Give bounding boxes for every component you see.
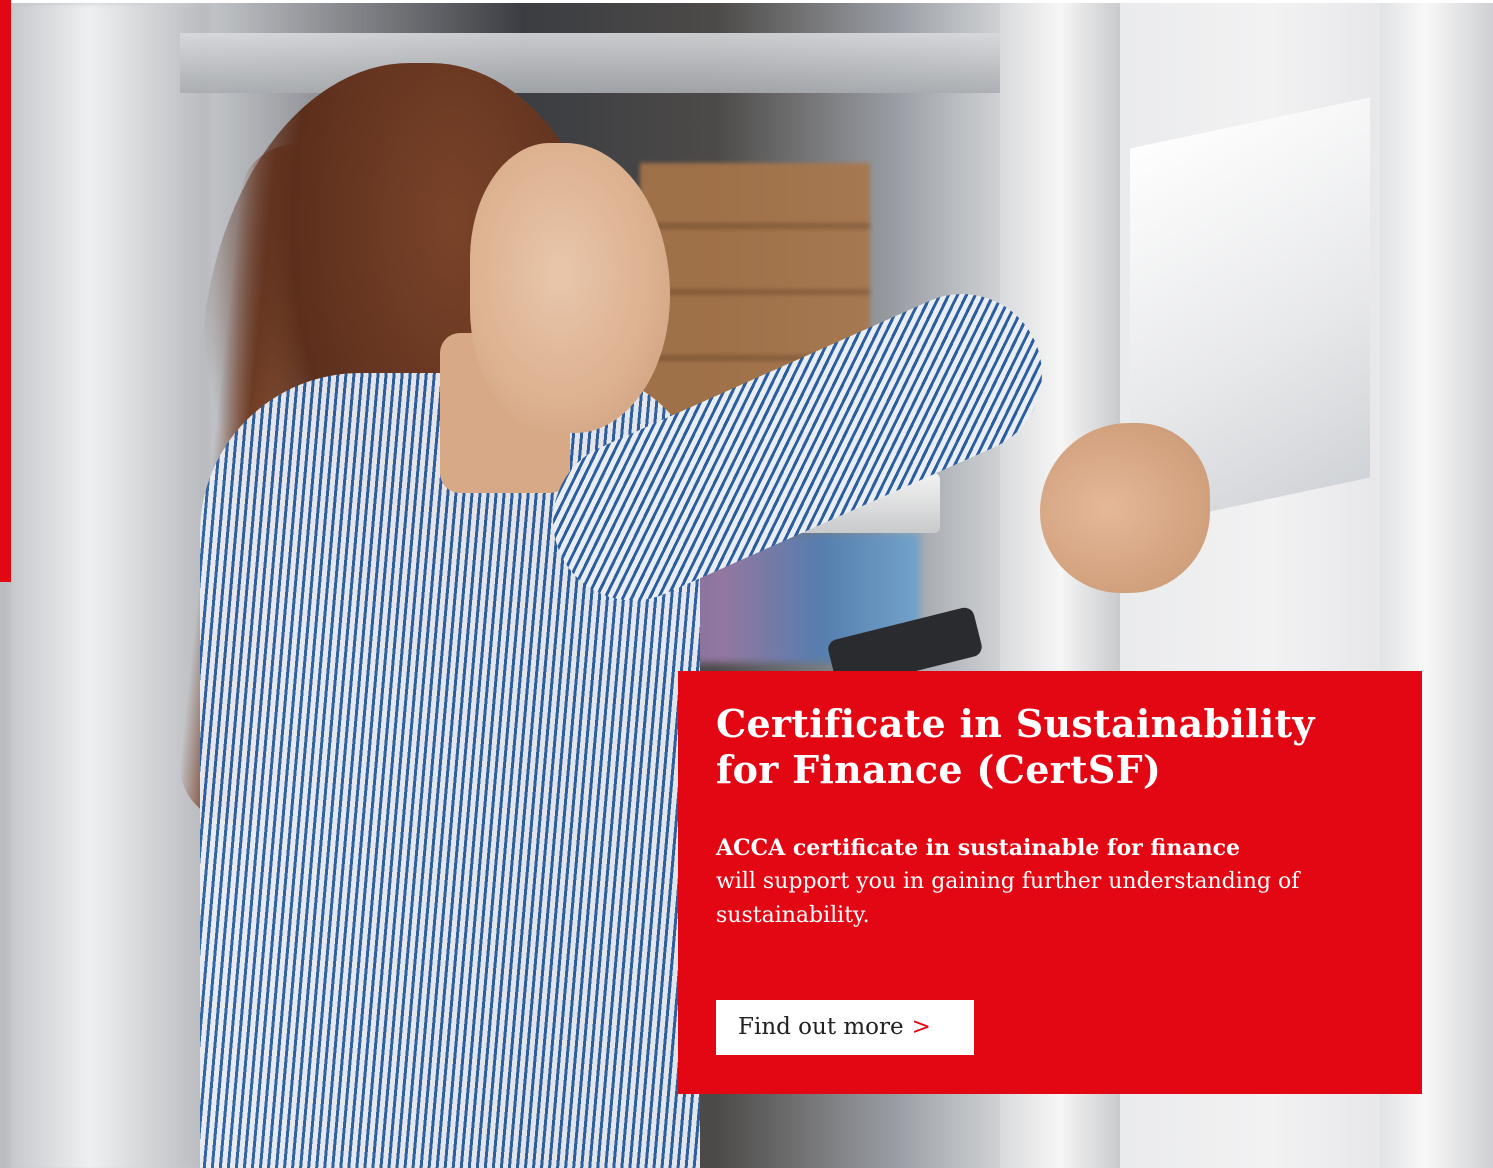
chevron-right-icon: >: [911, 1014, 931, 1040]
hero-banner: Certificate in Sustainability for Financ…: [0, 0, 1493, 1168]
find-out-more-label: Find out more: [738, 1014, 904, 1040]
photo-shelf-left: [10, 3, 210, 1168]
red-accent-bar: [0, 0, 11, 582]
card-body-text: will support you in gaining further unde…: [716, 869, 1300, 928]
promo-card: Certificate in Sustainability for Financ…: [678, 671, 1422, 1094]
find-out-more-button[interactable]: Find out more >: [716, 1000, 974, 1055]
card-lead-text: ACCA certificate in sustainable for fina…: [716, 835, 1241, 861]
card-title: Certificate in Sustainability for Financ…: [716, 701, 1315, 792]
photo-hand: [1040, 423, 1210, 593]
card-description: ACCA certificate in sustainable for fina…: [716, 831, 1384, 933]
photo-shelf-top: [180, 33, 1040, 93]
